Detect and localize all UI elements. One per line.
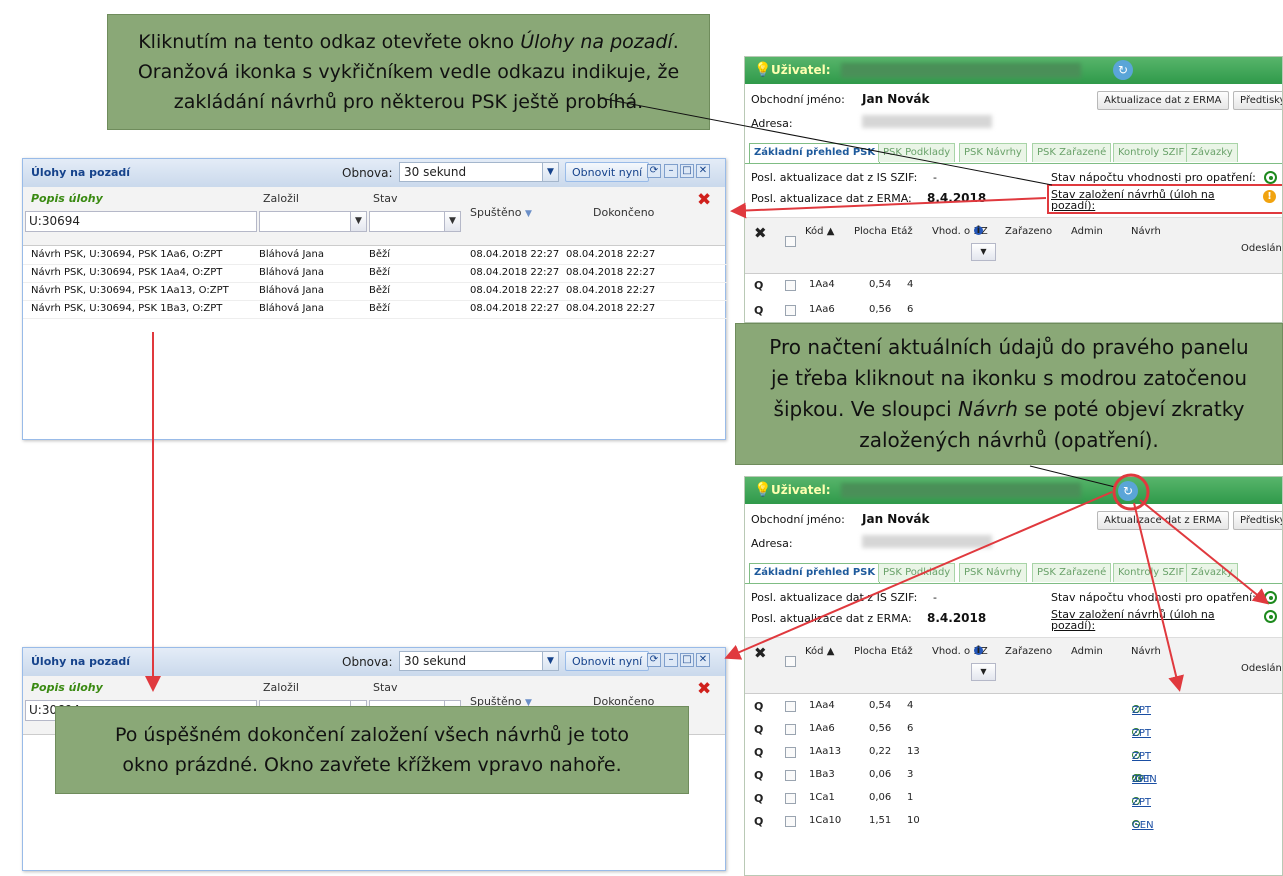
callout-pointer-lines: [599, 97, 1116, 488]
red-arrows: [145, 197, 1270, 692]
annotation-arrows: [145, 97, 1270, 692]
refresh-highlight-circle: [1112, 473, 1150, 511]
